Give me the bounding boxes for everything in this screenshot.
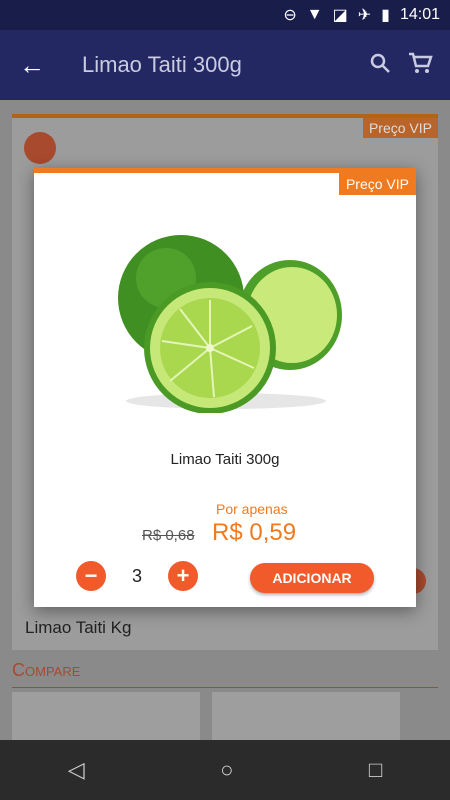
airplane-icon: ✈ [357,7,372,24]
product-dialog: Preço VIP Limao Taiti 300g Por apenas R$… [34,168,416,607]
page-title: Limao Taiti 300g [82,52,242,77]
do-not-disturb-icon: ⊖ [283,7,297,24]
wifi-icon: ▼ [306,6,323,23]
lime-image [118,235,342,413]
search-icon[interactable] [360,51,400,80]
dialog-product-name: Limao Taiti 300g [170,451,280,468]
status-time: 14:01 [399,6,440,23]
current-price: R$ 0,59 [212,519,297,546]
back-nav-icon[interactable]: ◁ [68,757,85,783]
signal-icon: ◪ [332,7,348,24]
battery-icon: ▮ [381,7,390,24]
por-apenas-label: Por apenas [216,501,288,517]
status-bar: ⊖ ▼ ◪ ✈ ▮ 14:01 [0,0,450,30]
add-to-cart-button[interactable]: ADICIONAR [250,563,374,593]
quantity-stepper: − 3 + [76,561,198,591]
recents-nav-icon[interactable]: □ [369,757,382,783]
back-arrow-icon[interactable]: ← [0,50,64,81]
home-nav-icon[interactable]: ○ [220,757,233,783]
vip-badge: Preço VIP [362,118,438,138]
quantity-value: 3 [131,565,142,586]
plus-icon[interactable]: + [168,561,198,591]
app-bar: ← Limao Taiti 300g [0,30,450,100]
system-nav-bar: ◁ ○ □ [0,740,450,800]
old-price: R$ 0,68 [142,527,195,544]
product-name: Limao Taiti Kg [25,618,132,637]
minus-icon[interactable]: − [76,561,106,591]
vip-badge: Preço VIP [338,173,416,195]
cart-icon[interactable] [400,51,440,80]
share-icon[interactable] [24,132,56,164]
compare-heading: Compare [12,660,438,688]
